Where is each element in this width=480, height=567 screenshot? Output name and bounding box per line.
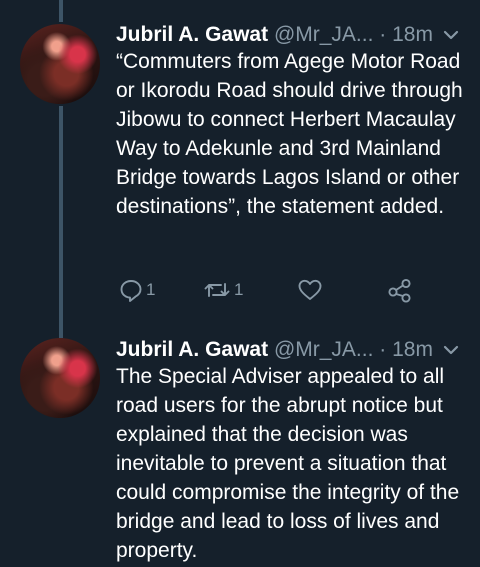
tweet-header: Jubril A. Gawat @Mr_JA... · 18m — [116, 22, 466, 48]
retweet-icon — [202, 277, 232, 303]
author-name[interactable]: Jubril A. Gawat — [116, 338, 268, 361]
tweet-text: The Special Adviser appealed to all road… — [116, 365, 460, 562]
tweet-actions: 1 1 — [116, 275, 466, 305]
reply-button[interactable]: 1 — [118, 275, 155, 305]
reply-icon — [118, 277, 144, 303]
tweet-text: “Commuters from Agege Motor Road or Ikor… — [116, 50, 463, 218]
author-handle[interactable]: @Mr_JA... — [274, 23, 374, 46]
tweet-header: Jubril A. Gawat @Mr_JA... · 18m — [116, 337, 466, 363]
chevron-down-icon[interactable] — [442, 22, 460, 48]
share-icon — [386, 276, 414, 304]
avatar[interactable] — [20, 24, 100, 104]
chevron-down-icon[interactable] — [442, 337, 460, 363]
like-button[interactable] — [296, 275, 324, 305]
retweet-button[interactable]: 1 — [202, 275, 243, 305]
timestamp[interactable]: 18m — [392, 338, 433, 361]
timestamp[interactable]: 18m — [392, 23, 433, 46]
separator-dot: · — [379, 338, 387, 361]
separator-dot: · — [379, 23, 387, 46]
tweet[interactable]: Jubril A. Gawat @Mr_JA... · 18m The Spec… — [0, 315, 480, 567]
author-handle[interactable]: @Mr_JA... — [274, 338, 374, 361]
reply-count: 1 — [146, 280, 156, 299]
avatar[interactable] — [20, 338, 100, 418]
tweet[interactable]: Jubril A. Gawat @Mr_JA... · 18m “Commute… — [0, 0, 480, 330]
retweet-count: 1 — [234, 280, 244, 299]
share-button[interactable] — [386, 275, 414, 305]
heart-icon — [296, 277, 324, 303]
author-name[interactable]: Jubril A. Gawat — [116, 23, 268, 46]
